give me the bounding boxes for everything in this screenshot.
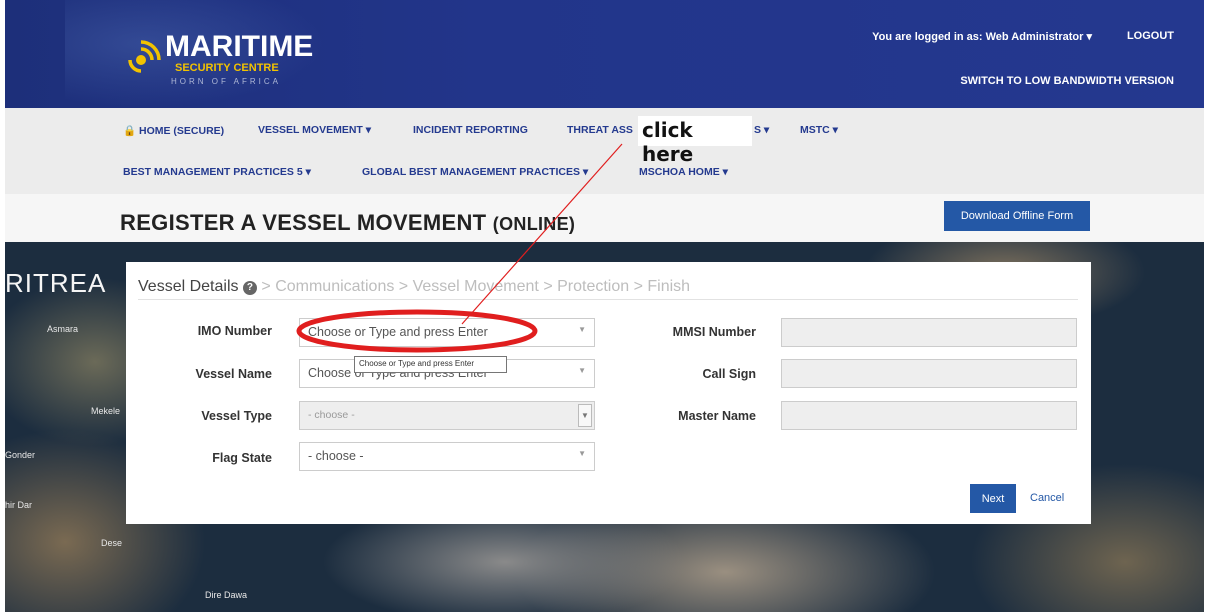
chevron-down-icon: ▼: [578, 366, 586, 375]
steps-divider: [138, 299, 1078, 300]
site-logo[interactable]: MARITIME SECURITY CENTRE HORN OF AFRICA: [127, 24, 313, 94]
field-tooltip: Choose or Type and press Enter: [354, 356, 507, 373]
vessel-type-value: - choose -: [308, 409, 355, 421]
nav-bmp5[interactable]: BEST MANAGEMENT PRACTICES 5 ▾: [123, 166, 311, 178]
map-country-label: RITREA: [5, 268, 107, 298]
imo-number-select[interactable]: Choose or Type and press Enter ▼: [299, 318, 595, 347]
flag-state-value: - choose -: [308, 449, 364, 463]
page-title-suffix: (ONLINE): [492, 214, 576, 234]
vessel-form-panel: [126, 262, 1091, 524]
wizard-steps: Vessel Details ? > Communications > Vess…: [138, 278, 690, 296]
flag-state-label: Flag State: [212, 451, 272, 465]
nav-threat-menu-tail[interactable]: S ▾: [754, 124, 769, 136]
nav-mschoa-home[interactable]: MSCHOA HOME ▾: [639, 166, 728, 178]
chevron-down-icon: ▼: [578, 325, 586, 334]
site-header: MARITIME SECURITY CENTRE HORN OF AFRICA …: [0, 0, 1207, 108]
help-icon[interactable]: ?: [242, 281, 257, 295]
map-city-label: Mekele: [91, 406, 121, 416]
page-title: REGISTER A VESSEL MOVEMENT (ONLINE): [120, 210, 575, 236]
remaining-steps: > Communications > Vessel Movement > Pro…: [261, 278, 691, 295]
next-button[interactable]: Next: [970, 484, 1016, 513]
logo-subtitle: SECURITY CENTRE: [175, 62, 279, 74]
nav-home[interactable]: 🔒 HOME (SECURE): [123, 124, 224, 137]
logo-tagline: HORN OF AFRICA: [171, 77, 282, 86]
nav-vessel-movement[interactable]: VESSEL MOVEMENT ▾: [258, 124, 371, 136]
cancel-link[interactable]: Cancel: [1030, 492, 1064, 504]
imo-number-value: Choose or Type and press Enter: [308, 325, 488, 339]
call-sign-label: Call Sign: [702, 367, 756, 381]
radar-logo-icon: [128, 40, 161, 73]
flag-state-select[interactable]: - choose - ▼: [299, 442, 595, 471]
step-vessel-details: Vessel Details: [138, 278, 239, 295]
chevron-down-icon: ▼: [578, 449, 586, 458]
map-city-label: Asmara: [47, 324, 79, 334]
vessel-type-select[interactable]: - choose - ▼: [299, 401, 595, 430]
map-city-label: Dire Dawa: [205, 590, 248, 600]
low-bandwidth-link[interactable]: SWITCH TO LOW BANDWIDTH VERSION: [960, 75, 1174, 87]
user-menu[interactable]: You are logged in as: Web Administrator …: [872, 30, 1092, 43]
nav-mstc[interactable]: MSTC ▾: [800, 124, 838, 136]
vessel-type-label: Vessel Type: [201, 409, 272, 423]
master-name-label: Master Name: [678, 409, 756, 423]
chevron-down-icon: ▼: [578, 404, 592, 427]
download-offline-form-button[interactable]: Download Offline Form: [944, 201, 1090, 231]
page-title-main: REGISTER A VESSEL MOVEMENT: [120, 210, 487, 235]
master-name-input[interactable]: [781, 401, 1077, 430]
mmsi-number-label: MMSI Number: [672, 325, 756, 339]
map-city-label: hir Dar: [5, 500, 33, 510]
imo-number-label: IMO Number: [197, 324, 272, 338]
mmsi-number-input[interactable]: [781, 318, 1077, 347]
nav-incident-reporting[interactable]: INCIDENT REPORTING: [413, 124, 528, 136]
main-nav: 🔒 HOME (SECURE) VESSEL MOVEMENT ▾ INCIDE…: [5, 108, 1204, 194]
nav-threat-assessment[interactable]: THREAT ASS: [567, 124, 633, 136]
logo-title: MARITIME: [165, 30, 314, 63]
map-city-label: Gonder: [5, 450, 36, 460]
vessel-name-label: Vessel Name: [195, 367, 272, 381]
logout-link[interactable]: LOGOUT: [1127, 30, 1174, 42]
map-city-label: Dese: [101, 538, 123, 548]
call-sign-input[interactable]: [781, 359, 1077, 388]
click-here-annotation: click here: [638, 116, 752, 166]
nav-global-bmp[interactable]: GLOBAL BEST MANAGEMENT PRACTICES ▾: [362, 166, 588, 178]
